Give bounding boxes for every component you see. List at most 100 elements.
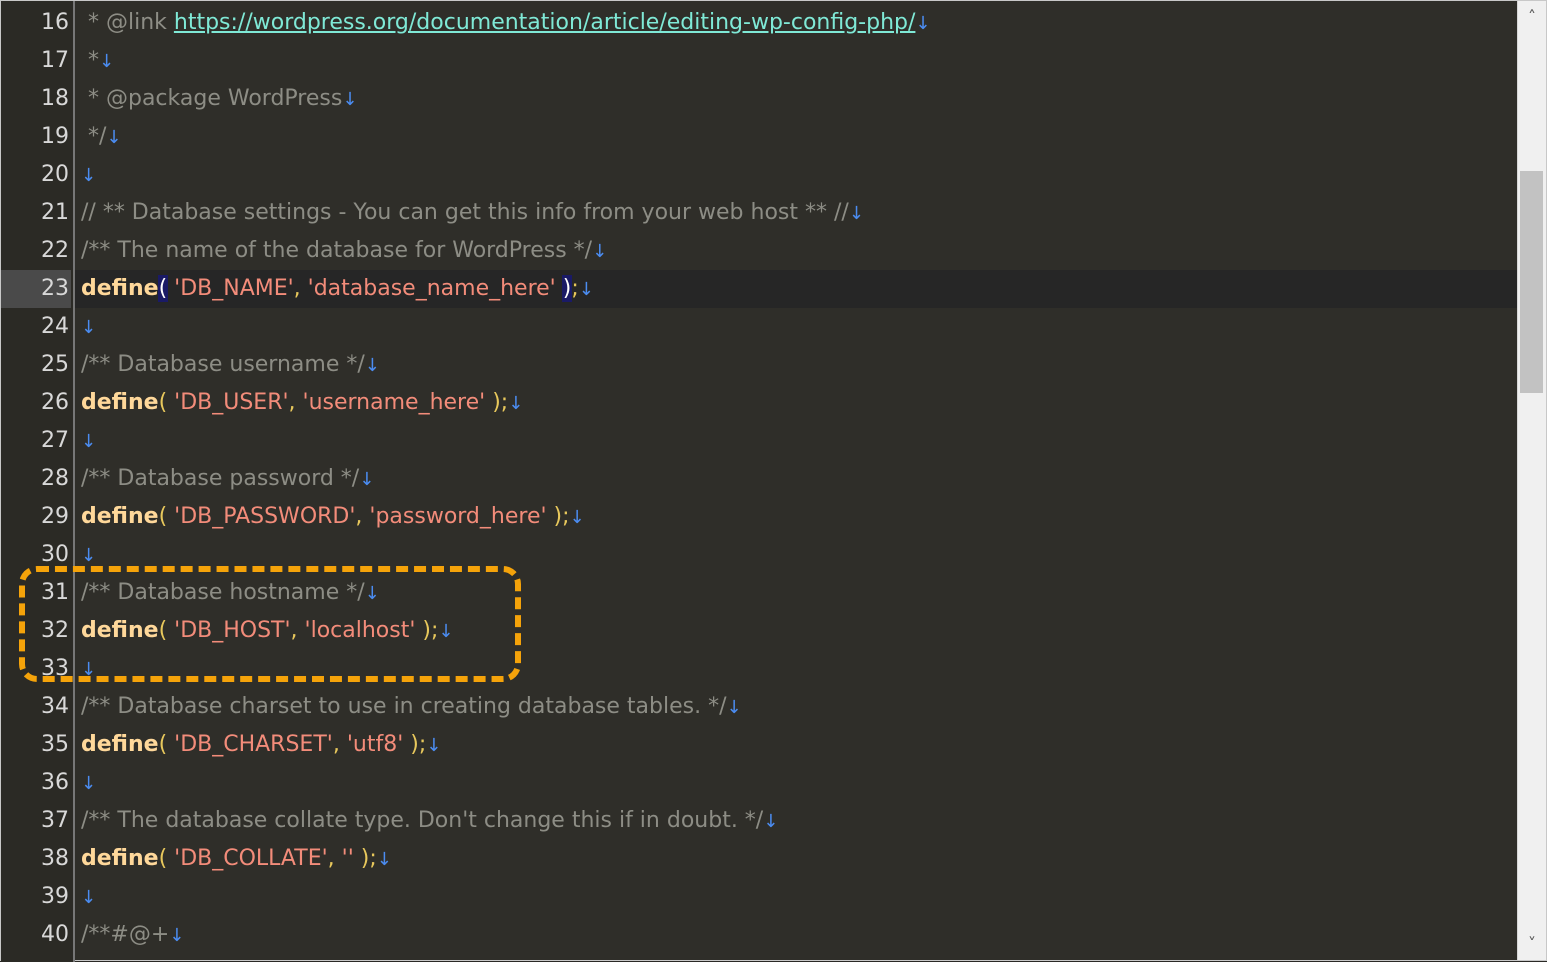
punctuation-token: ); (485, 390, 509, 415)
code-line[interactable]: /** The name of the database for WordPre… (75, 232, 1518, 270)
newline-marker-icon: ↓ (426, 735, 442, 756)
line-number: 32 (41, 618, 69, 643)
code-line[interactable]: define( 'DB_HOST', 'localhost' );↓ (75, 612, 1518, 650)
code-editor[interactable]: * @link https://wordpress.org/documentat… (0, 0, 1547, 962)
line-number: 33 (41, 656, 69, 681)
line-number: 27 (41, 428, 69, 453)
line-number: 17 (41, 48, 69, 73)
punctuation-token: , (355, 504, 370, 529)
newline-marker-icon: ↓ (359, 469, 375, 490)
code-line[interactable]: ↓ (75, 536, 1518, 574)
line-number: 20 (41, 162, 69, 187)
punctuation-token: , (288, 390, 303, 415)
newline-marker-icon: ↓ (99, 51, 115, 72)
code-line[interactable]: ↓ (75, 156, 1518, 194)
comment-token: // ** Database settings - You can get th… (81, 200, 849, 225)
code-line[interactable]: /**#@+↓ (75, 916, 1518, 954)
string-token: 'DB_PASSWORD' (174, 504, 356, 529)
newline-marker-icon: ↓ (81, 887, 97, 908)
newline-marker-icon: ↓ (726, 697, 742, 718)
newline-marker-icon: ↓ (81, 317, 97, 338)
line-number: 34 (41, 694, 69, 719)
scrollbar-thumb[interactable] (1520, 171, 1543, 393)
keyword-token: define (81, 846, 159, 871)
comment-token: /** Database hostname */ (81, 580, 365, 605)
code-line[interactable]: define( 'DB_CHARSET', 'utf8' );↓ (75, 726, 1518, 764)
keyword-token: define (81, 732, 159, 757)
code-line[interactable]: /** The database collate type. Don't cha… (75, 802, 1518, 840)
code-line[interactable]: /** Database charset to use in creating … (75, 688, 1518, 726)
line-number: 29 (41, 504, 69, 529)
line-number: 31 (41, 580, 69, 605)
punctuation-token: , (290, 618, 305, 643)
line-number: 38 (41, 846, 69, 871)
string-token: 'username_here' (302, 390, 486, 415)
code-line[interactable]: ↓ (75, 764, 1518, 802)
comment-token: /**#@+ (81, 922, 170, 947)
chevron-down-icon[interactable]: ˅ (1518, 930, 1546, 958)
newline-marker-icon: ↓ (106, 127, 122, 148)
chevron-up-icon[interactable]: ˄ (1518, 3, 1546, 31)
keyword-token: define (81, 618, 159, 643)
newline-marker-icon: ↓ (81, 165, 97, 186)
comment-token: /** The name of the database for WordPre… (81, 238, 593, 263)
line-number: 16 (41, 10, 69, 35)
newline-marker-icon: ↓ (763, 811, 779, 832)
punctuation-token: ); (415, 618, 439, 643)
string-token: 'DB_NAME' (167, 276, 294, 301)
code-line[interactable]: /** Database hostname */↓ (75, 574, 1518, 612)
code-line[interactable]: define( 'DB_USER', 'username_here' );↓ (75, 384, 1518, 422)
comment-token: /** Database password */ (81, 466, 360, 491)
current-code-line[interactable]: define( 'DB_NAME', 'database_name_here' … (75, 270, 1518, 308)
string-token: 'password_here' (369, 504, 547, 529)
newline-marker-icon: ↓ (508, 393, 524, 414)
code-line[interactable]: /** Database password */↓ (75, 460, 1518, 498)
keyword-token: define (81, 504, 159, 529)
newline-marker-icon: ↓ (81, 773, 97, 794)
line-number: 30 (41, 542, 69, 567)
code-line[interactable]: * @package WordPress↓ (75, 80, 1518, 118)
vertical-scrollbar[interactable]: ˄ ˅ (1517, 1, 1546, 960)
punctuation-token: , (327, 846, 342, 871)
keyword-token: define (81, 390, 159, 415)
comment-token: /** The database collate type. Don't cha… (81, 808, 764, 833)
newline-marker-icon: ↓ (364, 583, 380, 604)
string-token: 'localhost' (304, 618, 416, 643)
punctuation-token: ( (158, 732, 175, 757)
code-line[interactable]: define( 'DB_COLLATE', '' );↓ (75, 840, 1518, 878)
code-area[interactable]: * @link https://wordpress.org/documentat… (75, 1, 1518, 962)
string-token: '' (341, 846, 354, 871)
newline-marker-icon: ↓ (438, 621, 454, 642)
code-line[interactable]: */↓ (75, 118, 1518, 156)
newline-marker-icon: ↓ (364, 355, 380, 376)
line-number: 19 (41, 124, 69, 149)
line-number: 26 (41, 390, 69, 415)
line-number: 28 (41, 466, 69, 491)
newline-marker-icon: ↓ (578, 279, 594, 300)
punctuation-token: , (293, 276, 308, 301)
line-number: 37 (41, 808, 69, 833)
code-line[interactable]: ↓ (75, 422, 1518, 460)
line-number: 36 (41, 770, 69, 795)
code-line[interactable]: define( 'DB_PASSWORD', 'password_here' )… (75, 498, 1518, 536)
code-line[interactable]: // ** Database settings - You can get th… (75, 194, 1518, 232)
code-line[interactable]: * @link https://wordpress.org/documentat… (75, 4, 1518, 42)
line-number: 39 (41, 884, 69, 909)
code-line[interactable]: /** Database username */↓ (75, 346, 1518, 384)
string-token: 'utf8' (346, 732, 404, 757)
punctuation-token: ( (158, 504, 175, 529)
url-link[interactable]: https://wordpress.org/documentation/arti… (174, 10, 916, 35)
code-line[interactable]: ↓ (75, 650, 1518, 688)
punctuation-token: , (332, 732, 347, 757)
code-line[interactable]: ↓ (75, 308, 1518, 346)
newline-marker-icon: ↓ (569, 507, 585, 528)
code-line[interactable]: *↓ (75, 42, 1518, 80)
code-line[interactable]: ↓ (75, 878, 1518, 916)
string-token: 'DB_CHARSET' (174, 732, 333, 757)
string-token: 'DB_USER' (174, 390, 289, 415)
string-token: 'DB_COLLATE' (174, 846, 328, 871)
string-token: 'database_name_here' (307, 276, 563, 301)
line-number: 22 (41, 238, 69, 263)
newline-marker-icon: ↓ (81, 431, 97, 452)
string-token: 'DB_HOST' (174, 618, 291, 643)
